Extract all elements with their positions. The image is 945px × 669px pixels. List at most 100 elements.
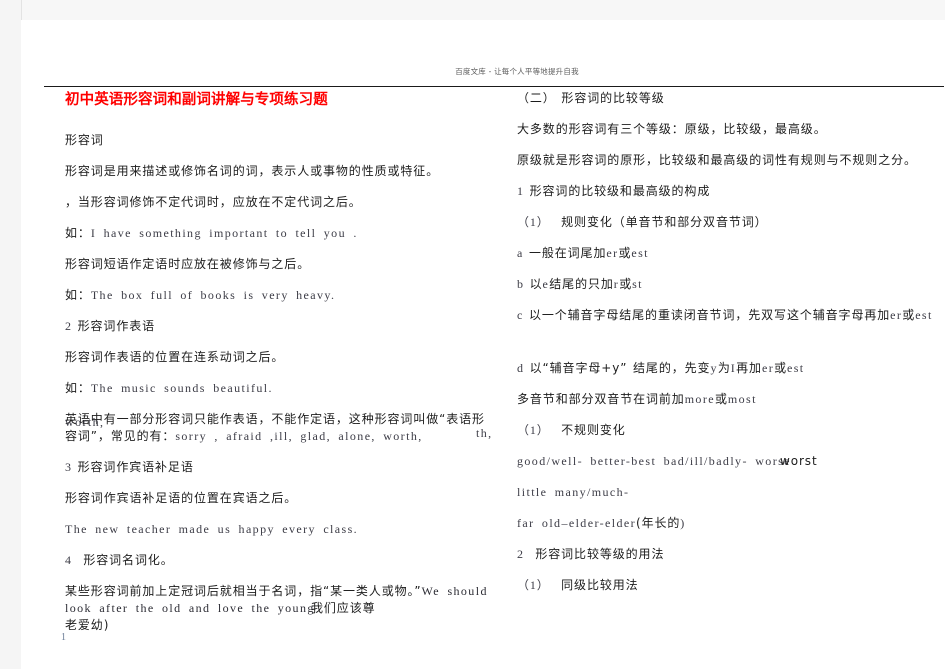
section-2-number: 2 (65, 319, 72, 333)
irregular-list-2: little many/much- (517, 484, 945, 501)
section-two-heading: （二） 形容词的比较等级 (517, 91, 665, 105)
section-3-title: 形容词作宾语补足语 (77, 460, 194, 474)
page-title: 初中英语形容词和副词讲解与专项练习题 (65, 92, 328, 108)
paragraph-predicative-position: 形容词作表语的位置在连系动词之后。 (65, 350, 285, 364)
rule-a-text: 一般在词尾加 (528, 246, 607, 260)
rule-b-text-2: 结尾的只加 (549, 277, 614, 291)
irregular-list-1: good/well- better-best bad/ill/badly- wo… (517, 453, 945, 470)
section-4-title: 形容词名词化。 (83, 553, 174, 567)
example-label-3: 如： (65, 381, 91, 395)
irregular-forms-row-3: far old–elder-elder (517, 516, 636, 530)
rule-d-letter-y: y (710, 361, 718, 375)
right-column: （二） 形容词的比较等级 大多数的形容词有三个等级：原级，比较级，最高级。 原级… (517, 90, 945, 608)
same-degree-heading: （1） 同级比较用法 (517, 577, 945, 594)
bleed-text-worth: worth, (65, 415, 105, 429)
usage-number: 2 (517, 547, 524, 561)
paragraph-object-complement: 形容词作宾语补足语的位置在宾语之后。 (65, 491, 298, 505)
irregular-list-3: far old–elder-elder(年长的) (517, 515, 945, 532)
paragraph-indefinite-pronoun: ，当形容词修饰不定代词时，应放在不定代词之后。 (65, 195, 362, 209)
irregular-forms-row-1: good/well- better-best bad/ill/badly- wo… (517, 454, 791, 468)
rule-b-or: 或 (619, 277, 633, 291)
bleed-text-th: th, (476, 426, 493, 440)
example-label-2: 如： (65, 288, 91, 302)
page-left-margin (0, 0, 22, 669)
paragraph-adjective-phrase: 形容词短语作定语时应放在被修饰与之后。 (65, 257, 311, 271)
heading-adjective: 形容词 (65, 133, 104, 147)
rule-d: d 以“辅音字母+y” 结尾的，先变y为I再加er或est (517, 360, 945, 377)
example-line-2: 如：The box full of books is very heavy. (65, 287, 495, 304)
example-sentence-4: The new teacher made us happy every clas… (65, 522, 359, 536)
polysyllabic-most: most (727, 392, 757, 406)
rule-c: c 以一个辅音字母结尾的重读闭音节词，先双写这个辅音字母再加er或est (517, 307, 945, 324)
paragraph-adjective-definition: 形容词是用来描述或修饰名词的词，表示人或事物的性质或特征。 (65, 164, 440, 178)
formation-title: 形容词的比较级和最高级的构成 (529, 184, 711, 198)
regular-change-number: （1） (517, 215, 550, 229)
rule-c-suffix-1: er (890, 308, 903, 322)
rule-b-letter: b (517, 277, 524, 291)
rule-c-letter: c (517, 308, 524, 322)
example-line-4: The new teacher made us happy every clas… (65, 521, 495, 538)
section-4-heading: 4 形容词名词化。 (65, 552, 495, 569)
section-2-heading: 2 形容词作表语 (65, 318, 495, 335)
rule-b-suffix-2: st (632, 277, 643, 291)
page-top-margin (0, 0, 945, 20)
polysyllabic-or: 或 (714, 392, 728, 406)
example-label-1: 如： (65, 226, 91, 240)
predicative-adjectives-list: sorry , afraid ,ill, glad, alone, worth, (175, 429, 423, 443)
irregular-change-number: （1） (517, 423, 550, 437)
rule-polysyllabic: 多音节和部分双音节在词前加more或most (517, 391, 945, 408)
usage-title: 形容词比较等级的用法 (535, 547, 665, 561)
formation-heading: 1 形容词的比较级和最高级的构成 (517, 183, 945, 200)
nominalized-overlap-text: 我们应该尊 (311, 601, 376, 615)
same-degree-title: 同级比较用法 (561, 578, 639, 592)
paragraph-nominalized-adjectives: 某些形容词前加上定冠词后就相当于名词，指“某一类人或物。”We should l… (65, 583, 495, 634)
nominalized-text: 某些形容词前加上定冠词后就相当于名词，指“某一类人或物。” (65, 584, 422, 598)
rule-a-or: 或 (618, 246, 632, 260)
irregular-forms-overlap: worst (780, 454, 818, 468)
regular-change-title: 规则变化（单音节和部分双音节词） (561, 215, 768, 229)
irregular-change-heading: （1） 不规则变化 (517, 422, 945, 439)
rule-d-text-1: 以“辅音字母+y” 结尾的，先变 (529, 361, 711, 375)
header-divider-rule (44, 86, 944, 87)
irregular-change-title: 不规则变化 (561, 423, 626, 437)
paragraph-positive-degree: 原级就是形容词的原形，比较级和最高级的词性有规则与不规则之分。 (517, 153, 917, 167)
right-column-gap (517, 338, 945, 360)
nominalized-tail: 老爱幼) (65, 618, 110, 632)
example-sentence-2: The box full of books is very heavy. (90, 288, 336, 302)
polysyllabic-text: 多音节和部分双音节在词前加 (517, 392, 685, 406)
paragraph-predicative-adjectives: 英语中有一部分形容词只能作表语，不能作定语，这种形容词叫做“表语形容词”，常见的… (65, 411, 495, 445)
irregular-forms-gloss: (年长的 (635, 516, 681, 530)
section-4-number: 4 (65, 553, 72, 567)
example-sentence-1: I have something important to tell you . (90, 226, 358, 240)
rule-d-or: 或 (774, 361, 787, 375)
example-line-3: 如：The music sounds beautiful. (65, 380, 495, 397)
regular-change-heading: （1） 规则变化（单音节和部分双音节词） (517, 214, 945, 231)
rule-d-suffix-1: er (761, 361, 775, 375)
left-column: 初中英语形容词和副词讲解与专项练习题 形容词 形容词是用来描述或修饰名词的词，表… (65, 90, 495, 648)
irregular-forms-row-2: little many/much- (517, 485, 630, 499)
paragraph-three-degrees: 大多数的形容词有三个等级：原级，比较级，最高级。 (517, 122, 827, 136)
rule-b: b 以e结尾的只加r或st (517, 276, 945, 293)
same-degree-number: （1） (517, 578, 550, 592)
rule-a: a 一般在词尾加er或est (517, 245, 945, 262)
rule-a-letter: a (517, 246, 524, 260)
rule-d-text-3: 再加 (736, 361, 762, 375)
rule-d-letter: d (517, 361, 524, 375)
rule-b-text-1: 以 (529, 277, 543, 291)
rule-d-suffix-2: est (787, 361, 805, 375)
rule-c-or: 或 (902, 308, 916, 322)
rule-d-text-2: 为 (717, 361, 731, 375)
irregular-forms-gloss-close: ) (680, 516, 686, 530)
example-sentence-3: The music sounds beautiful. (90, 381, 273, 395)
section-3-heading: 3 形容词作宾语补足语 (65, 459, 495, 476)
rule-a-suffix-2: est (631, 246, 649, 260)
baidu-wenku-watermark: 百度文库 - 让每个人平等地提升自我 (455, 67, 579, 76)
formation-number: 1 (517, 184, 524, 198)
rule-a-suffix-1: er (606, 246, 619, 260)
section-2-title: 形容词作表语 (77, 319, 156, 333)
rule-c-suffix-2: est (915, 308, 933, 322)
usage-heading: 2 形容词比较等级的用法 (517, 546, 945, 563)
example-line-1: 如：I have something important to tell you… (65, 225, 495, 242)
page-number: 1 (61, 632, 66, 643)
polysyllabic-more: more (684, 392, 715, 406)
